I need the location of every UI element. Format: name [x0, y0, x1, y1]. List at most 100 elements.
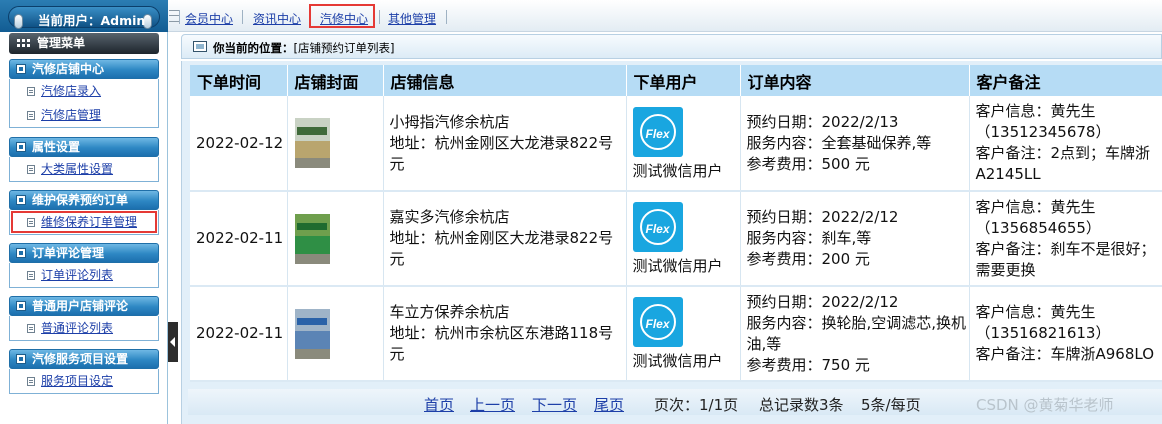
- shop-name: 嘉实多汽修余杭店: [389, 208, 510, 226]
- customer-info: 客户信息：黄先生（13516821613）: [975, 303, 1111, 342]
- shop-address: 地址：杭州金刚区大龙港录822号元: [389, 229, 614, 268]
- menu-group-attributes: 属性设置 大类属性设置: [9, 137, 159, 182]
- collapse-sidebar-toggle[interactable]: [168, 322, 178, 362]
- book-icon: [16, 64, 26, 74]
- last-page-link[interactable]: 尾页: [594, 394, 624, 415]
- shop-cover-cell: [287, 286, 384, 382]
- service-content: 服务内容：换轮胎,空调滤芯,换机油,等: [746, 313, 967, 353]
- top-nav: 会员中心 资讯中心 汽修中心 其他管理: [168, 0, 1162, 32]
- avatar: Flex: [632, 202, 683, 252]
- menu-group-shop-comments: 普通用户店铺评论 普通评论列表: [9, 296, 159, 341]
- booking-date: 预约日期：2022/2/12: [746, 292, 899, 311]
- watermark: CSDN @黄菊华老师: [976, 396, 1114, 414]
- prev-page-link[interactable]: 上一页: [470, 394, 515, 415]
- book-icon: [16, 301, 26, 311]
- order-content: 预约日期：2022/2/12 服务内容：刹车,等 参考费用：200 元: [740, 191, 970, 287]
- sidebar-item-service-settings[interactable]: 服务项目设定: [10, 369, 158, 393]
- header-order-content: 订单内容: [740, 65, 970, 96]
- book-icon: [16, 195, 26, 205]
- reference-fee: 参考费用：750 元: [746, 355, 870, 374]
- table-row: 2022-02-11 嘉实多汽修余杭店 地址：杭州金刚区大龙港录822号元 Flex 测…: [190, 191, 1162, 287]
- sidebar-item-order-manage[interactable]: 维修保养订单管理: [10, 210, 158, 234]
- shop-cover-cell: [287, 191, 384, 287]
- nav-member-center[interactable]: 会员中心: [185, 10, 233, 27]
- book-icon: [16, 354, 26, 364]
- customer-note: 客户信息：黄先生（13516821613） 客户备注：车牌浙A968LO: [969, 286, 1162, 382]
- menu-title: 管理菜单: [37, 36, 86, 50]
- shop-address: 地址：杭州金刚区大龙港录822号元: [389, 133, 614, 173]
- group-title[interactable]: 维护保养预约订单: [9, 190, 159, 210]
- user-name: 测试微信用户: [632, 257, 723, 275]
- user-name: 测试微信用户: [632, 161, 723, 180]
- shop-name: 车立方保养余杭店: [389, 303, 510, 321]
- customer-remark: 客户备注：车牌浙A968LO: [975, 345, 1155, 363]
- customer-info: 客户信息：黄先生（13512345678）: [975, 102, 1111, 141]
- book-icon: [16, 142, 26, 152]
- shop-cover-image[interactable]: [294, 308, 330, 359]
- sidebar-item-comment-list[interactable]: 普通评论列表: [10, 316, 158, 340]
- header-order-time: 下单时间: [190, 65, 288, 96]
- user-name: 测试微信用户: [632, 352, 723, 370]
- nav-news-center[interactable]: 资讯中心: [253, 10, 301, 27]
- sidebar-item-order-comment-list[interactable]: 订单评论列表: [10, 263, 158, 287]
- menu-group-shop-center: 汽修店铺中心 汽修店录入 汽修店管理: [9, 59, 159, 128]
- shop-cover-cell: [287, 96, 384, 192]
- order-date: 2022-02-11: [190, 286, 288, 382]
- order-content: 预约日期：2022/2/13 服务内容：全套基础保养,等 参考费用：500 元: [740, 96, 970, 192]
- order-date: 2022-02-11: [190, 191, 288, 287]
- menu-header: 管理菜单: [9, 33, 159, 54]
- shop-info: 嘉实多汽修余杭店地址：杭州金刚区大龙港录822号元: [383, 191, 627, 287]
- header-order-user: 下单用户: [626, 65, 741, 96]
- order-content: 预约日期：2022/2/12 服务内容：换轮胎,空调滤芯,换机油,等参考费用：75…: [740, 286, 970, 382]
- nav-divider: [179, 10, 180, 24]
- shop-address: 地址：杭州市余杭区东港路118号元: [389, 324, 614, 363]
- header-customer-note: 客户备注: [969, 65, 1162, 96]
- nav-divider: [379, 10, 380, 24]
- order-user: Flex 测试微信用户: [626, 286, 741, 382]
- avatar: Flex: [632, 297, 683, 347]
- pin-icon: [14, 14, 23, 29]
- grid-icon: [17, 39, 30, 49]
- group-title[interactable]: 属性设置: [9, 137, 159, 157]
- current-user-label: 当前用户：Admin: [38, 13, 146, 28]
- document-icon: [27, 87, 35, 96]
- group-title[interactable]: 普通用户店铺评论: [9, 296, 159, 316]
- order-user: Flex 测试微信用户: [626, 96, 741, 192]
- grip-icon: [169, 10, 179, 22]
- book-icon: [16, 248, 26, 258]
- shop-name: 小拇指汽修余杭店: [389, 112, 510, 131]
- first-page-link[interactable]: 首页: [424, 394, 454, 415]
- service-content: 服务内容：刹车,等: [746, 229, 872, 247]
- sidebar-item-category-settings[interactable]: 大类属性设置: [10, 157, 158, 181]
- shop-cover-image[interactable]: [294, 213, 330, 264]
- shop-cover-image[interactable]: [294, 118, 330, 168]
- document-icon: [27, 377, 35, 386]
- header-shop-info: 店铺信息: [383, 65, 627, 96]
- customer-remark: 客户备注：刹车不是很好；需要更换: [975, 239, 1156, 279]
- avatar: Flex: [632, 106, 683, 157]
- group-title[interactable]: 订单评论管理: [9, 243, 159, 263]
- group-title[interactable]: 汽修店铺中心: [9, 59, 159, 79]
- sidebar-item-shop-entry[interactable]: 汽修店录入: [10, 79, 158, 103]
- booking-date: 预约日期：2022/2/13: [746, 112, 899, 131]
- table-row: 2022-02-11 车立方保养余杭店地址：杭州市余杭区东港路118号元 Flex 测…: [190, 286, 1162, 382]
- per-page: 5条/每页: [861, 396, 921, 414]
- next-page-link[interactable]: 下一页: [532, 394, 577, 415]
- main-content: 下单时间 店铺封面 店铺信息 下单用户 订单内容 客户备注 2022-02-12…: [181, 61, 1162, 424]
- nav-other-manage[interactable]: 其他管理: [388, 10, 436, 27]
- current-user-bar: 当前用户：Admin: [0, 0, 168, 32]
- menu-group-maintenance-orders: 维护保养预约订单 维修保养订单管理: [9, 190, 159, 235]
- sidebar-item-shop-manage[interactable]: 汽修店管理: [10, 103, 158, 127]
- document-icon: [27, 271, 35, 280]
- group-title[interactable]: 汽修服务项目设置: [9, 349, 159, 369]
- active-nav-highlight: [309, 4, 375, 28]
- customer-note: 客户信息：黄先生（1356854655） 客户备注：刹车不是很好；需要更换: [969, 191, 1162, 287]
- order-date: 2022-02-12: [190, 96, 288, 192]
- header-shop-cover: 店铺封面: [287, 65, 384, 96]
- nav-divider: [242, 10, 243, 24]
- shop-info: 小拇指汽修余杭店地址：杭州金刚区大龙港录822号元: [383, 96, 627, 192]
- document-icon: [27, 218, 35, 227]
- total-records: 总记录数3条: [759, 396, 844, 414]
- left-sidebar: 当前用户：Admin 管理菜单 汽修店铺中心 汽修店录入 汽修店管理 属性设置 …: [0, 0, 168, 424]
- table-row: 2022-02-12 小拇指汽修余杭店 地址：杭州金刚区大龙港录822号元 Flex 测…: [190, 96, 1162, 192]
